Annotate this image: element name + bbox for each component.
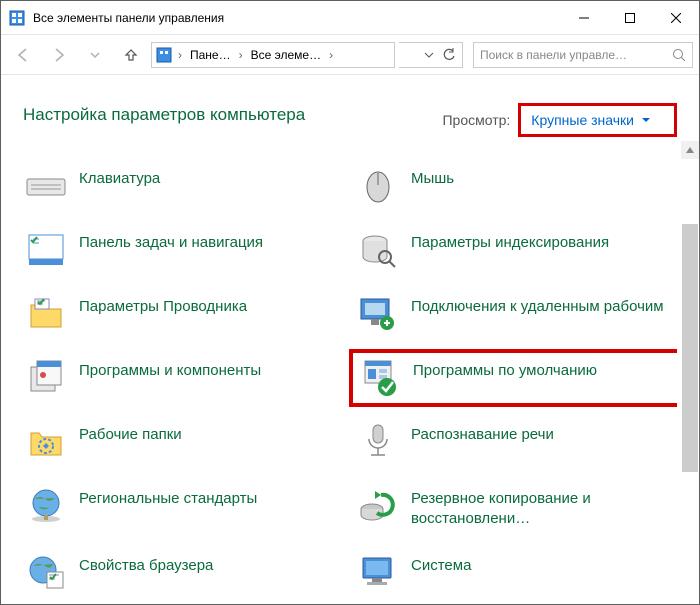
item-label: Параметры Проводника xyxy=(79,293,247,317)
item-explorer-options[interactable]: Параметры Проводника xyxy=(23,289,345,339)
forward-button[interactable] xyxy=(43,40,75,70)
item-default-programs[interactable]: Программы по умолчанию xyxy=(349,349,677,407)
chevron-right-icon[interactable]: › xyxy=(237,48,245,62)
back-button[interactable] xyxy=(7,40,39,70)
microphone-icon xyxy=(357,421,399,463)
globe-icon xyxy=(25,485,67,527)
breadcrumb-root[interactable]: Пане… xyxy=(184,43,237,67)
indexing-icon xyxy=(357,229,399,271)
item-indexing[interactable]: Параметры индексирования xyxy=(355,225,677,275)
up-button[interactable] xyxy=(115,40,147,70)
internet-options-icon xyxy=(25,552,67,592)
item-label: Программы по умолчанию xyxy=(413,357,597,381)
chevron-down-icon[interactable] xyxy=(424,50,434,60)
search-placeholder: Поиск в панели управле… xyxy=(480,48,627,62)
items-grid: Клавиатура Мышь Панель задач и навигация… xyxy=(23,161,677,591)
taskbar-icon xyxy=(25,229,67,271)
maximize-button[interactable] xyxy=(607,3,653,33)
item-speech[interactable]: Распознавание речи xyxy=(355,417,677,467)
item-label: Региональные стандарты xyxy=(79,485,257,509)
view-value: Крупные значки xyxy=(531,112,634,128)
control-panel-icon xyxy=(156,47,172,63)
mouse-icon xyxy=(357,165,399,207)
folder-options-icon xyxy=(25,293,67,335)
view-dropdown[interactable]: Крупные значки xyxy=(518,103,677,137)
item-keyboard[interactable]: Клавиатура xyxy=(23,161,345,211)
close-button[interactable] xyxy=(653,3,699,33)
work-folders-icon xyxy=(25,421,67,463)
item-label: Подключения к удаленным рабочим xyxy=(411,293,664,317)
item-internet-options[interactable]: Свойства браузера xyxy=(23,548,345,592)
remote-desktop-icon xyxy=(357,293,399,335)
item-system[interactable]: Система xyxy=(355,548,677,592)
minimize-button[interactable] xyxy=(561,3,607,33)
chevron-right-icon[interactable]: › xyxy=(176,48,184,62)
scroll-up-button[interactable] xyxy=(681,141,699,159)
item-label: Клавиатура xyxy=(79,165,160,189)
chevron-right-icon[interactable]: › xyxy=(327,48,335,62)
backup-icon xyxy=(357,485,399,527)
address-bar: › Пане… › Все элеме… › Поиск в панели уп… xyxy=(1,35,699,75)
item-mouse[interactable]: Мышь xyxy=(355,161,677,211)
keyboard-icon xyxy=(25,165,67,207)
search-icon xyxy=(672,48,686,62)
refresh-icon[interactable] xyxy=(442,48,456,62)
scrollbar-thumb[interactable] xyxy=(681,223,699,473)
titlebar: Все элементы панели управления xyxy=(1,1,699,35)
item-region[interactable]: Региональные стандарты xyxy=(23,481,345,534)
item-label: Рабочие папки xyxy=(79,421,182,445)
item-backup-restore[interactable]: Резервное копирование и восстановлени… xyxy=(355,481,677,534)
system-icon xyxy=(357,552,399,592)
item-remote-desktop[interactable]: Подключения к удаленным рабочим xyxy=(355,289,677,339)
content-area: Настройка параметров компьютера Просмотр… xyxy=(1,75,699,591)
default-programs-icon xyxy=(359,357,401,399)
recent-dropdown[interactable] xyxy=(79,40,111,70)
control-panel-icon xyxy=(9,10,25,26)
item-label: Система xyxy=(411,552,471,576)
item-label: Панель задач и навигация xyxy=(79,229,263,253)
item-taskbar[interactable]: Панель задач и навигация xyxy=(23,225,345,275)
address-controls xyxy=(399,42,463,68)
item-work-folders[interactable]: Рабочие папки xyxy=(23,417,345,467)
address-field[interactable]: › Пане… › Все элеме… › xyxy=(151,42,395,68)
search-input[interactable]: Поиск в панели управле… xyxy=(473,42,693,68)
item-programs-features[interactable]: Программы и компоненты xyxy=(23,353,345,403)
window-title: Все элементы панели управления xyxy=(33,11,561,25)
view-label: Просмотр: xyxy=(442,112,510,128)
item-label: Свойства браузера xyxy=(79,552,213,576)
item-label: Параметры индексирования xyxy=(411,229,609,253)
item-label: Резервное копирование и восстановлени… xyxy=(411,485,675,530)
item-label: Распознавание речи xyxy=(411,421,554,445)
programs-icon xyxy=(25,357,67,399)
item-label: Мышь xyxy=(411,165,454,189)
item-label: Программы и компоненты xyxy=(79,357,261,381)
page-title: Настройка параметров компьютера xyxy=(23,105,305,125)
breadcrumb-current[interactable]: Все элеме… xyxy=(245,43,327,67)
